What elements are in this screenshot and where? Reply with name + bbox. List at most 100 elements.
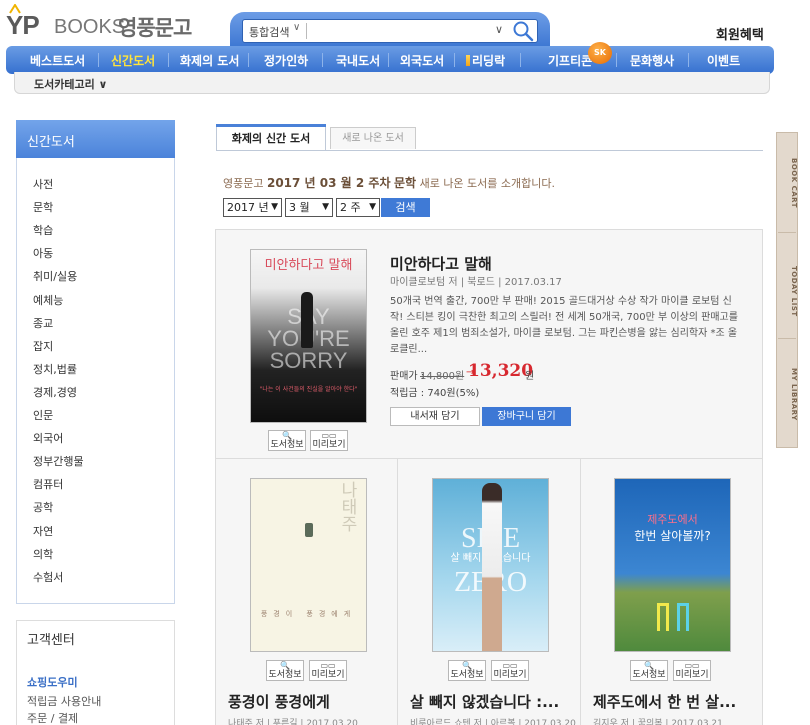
book-meta: 나태주 저 | 푸른길 | 2017.03.20 [228, 719, 358, 725]
points-guide-link[interactable]: 적립금 사용안내 [27, 693, 101, 709]
rail-separator [778, 232, 796, 233]
nav-reading-lock[interactable]: 리딩락 [472, 52, 505, 69]
reading-lock-icon [466, 55, 470, 66]
week-select[interactable]: 2 주 [336, 198, 380, 217]
year-select[interactable]: 2017 년 [223, 198, 282, 217]
featured-book-title[interactable]: 미안하다고 말해 [390, 253, 492, 274]
search-dropdown-icon[interactable]: ∨ [495, 23, 503, 36]
nav-gifticon[interactable]: 기프티콘 [548, 52, 592, 69]
nav-separator [168, 53, 169, 67]
sidebar-item[interactable]: 취미/실용 [33, 268, 77, 284]
preview-button[interactable]: ▭▭ 미리보기 [309, 660, 347, 681]
book-open-icon: ▭▭ [684, 661, 700, 670]
cover-illustration [305, 523, 313, 537]
chevron-down-icon[interactable]: ∨ [293, 22, 300, 33]
member-benefit-link[interactable]: 회원혜택 [716, 24, 764, 43]
cover-title: 풍경이 풍경에게 [260, 610, 357, 618]
book-meta: 비루아르드 쇼텐 저 | 아르볼 | 2017.03.20 [410, 719, 576, 725]
filter-search-button[interactable]: 검색 [381, 198, 430, 217]
nav-foreign[interactable]: 외국도서 [400, 52, 444, 69]
logo-text-ko[interactable]: 영풍문고 [118, 12, 192, 42]
book-info-button[interactable]: 🔍 도서정보 [268, 430, 306, 451]
featured-book-cover[interactable]: 미안하다고 말해 SAY YOU'RE SORRY "나는 이 사건들의 진실을… [250, 249, 367, 423]
cover-title: 제주도에서 [647, 513, 698, 526]
intro-genre: 문학 [393, 176, 417, 190]
cover-title: 미안하다고 말해 [264, 258, 353, 273]
search-divider [306, 23, 307, 39]
sidebar-item[interactable]: 문학 [33, 199, 53, 215]
tab-new-arrivals[interactable]: 새로 나온 도서 [330, 127, 416, 149]
cover-chair-yellow [657, 603, 669, 631]
tab-hot-new-books[interactable]: 화제의 신간 도서 [216, 124, 326, 151]
nav-culture[interactable]: 문화행사 [630, 52, 674, 69]
nav-domestic[interactable]: 국내도서 [336, 52, 380, 69]
sidebar-item[interactable]: 잡지 [33, 338, 53, 354]
book-title[interactable]: 제주도에서 한 번 살... [593, 691, 736, 712]
sidebar-item[interactable]: 인문 [33, 407, 53, 423]
book-title[interactable]: 풍경이 풍경에게 [228, 691, 330, 712]
nav-bestseller[interactable]: 베스트도서 [30, 52, 85, 69]
book-meta: 김지우 저 | 꿈의봄 | 2017.03.21 [593, 719, 723, 725]
add-to-cart-button[interactable]: 장바구니 담기 [482, 407, 571, 426]
nav-separator [688, 53, 689, 67]
order-payment-link[interactable]: 주문 / 결제 [27, 710, 78, 725]
sidebar-item[interactable]: 경제,경영 [33, 384, 77, 400]
rail-my-library[interactable]: MY LIBRARY [776, 368, 798, 421]
magnifier-icon: 🔍 [282, 431, 292, 440]
book-cover[interactable]: 나태주 풍경이 풍경에게 [250, 478, 367, 652]
featured-book-meta: 마이클로보텀 저 | 북로드 | 2017.03.17 [390, 277, 562, 288]
sidebar-item[interactable]: 자연 [33, 523, 53, 539]
book-info-button[interactable]: 🔍 도서정보 [448, 660, 486, 681]
logo-text-en: BOOKS [54, 16, 126, 38]
book-info-button[interactable]: 🔍 도서정보 [630, 660, 668, 681]
preview-button[interactable]: ▭▭ 미리보기 [310, 430, 348, 451]
cover-chair-blue [677, 603, 689, 631]
preview-button[interactable]: ▭▭ 미리보기 [491, 660, 529, 681]
sidebar-item[interactable]: 의학 [33, 546, 53, 562]
rail-book-cart[interactable]: BOOK CART [776, 158, 798, 208]
grid-divider [397, 458, 398, 725]
tab-underline [216, 150, 763, 151]
nav-event[interactable]: 이벤트 [707, 52, 740, 69]
book-cover[interactable]: 제주도에서 한번 살아볼까? [614, 478, 731, 652]
rail-today-list[interactable]: TODAY LIST [776, 266, 798, 317]
add-to-library-button[interactable]: 내서재 담기 [390, 407, 480, 426]
price-original: 14,800원 [420, 371, 465, 382]
sidebar-item[interactable]: 종교 [33, 315, 53, 331]
magnifier-icon: 🔍 [280, 661, 290, 670]
month-select[interactable]: 3 월 [285, 198, 333, 217]
sidebar-item[interactable]: 수험서 [33, 569, 63, 585]
search-input[interactable] [310, 21, 490, 41]
sidebar-item[interactable]: 컴퓨터 [33, 476, 63, 492]
preview-button[interactable]: ▭▭ 미리보기 [673, 660, 711, 681]
cover-quote: "나는 이 사건들의 진실을 알아야 한다" [259, 386, 358, 393]
book-open-icon: ▭▭ [320, 661, 336, 670]
nav-new-books[interactable]: 신간도서 [111, 52, 155, 69]
sidebar-item[interactable]: 정부간행물 [33, 453, 84, 469]
sidebar-title: 신간도서 [27, 135, 75, 150]
search-scope-select[interactable]: 통합검색 [249, 24, 289, 40]
category-menu-button[interactable]: 도서카테고리 ∨ [34, 76, 107, 92]
sidebar-item[interactable]: 외국어 [33, 430, 63, 446]
sidebar-item[interactable]: 사전 [33, 176, 53, 192]
nav-separator [98, 53, 99, 67]
sidebar-item[interactable]: 공학 [33, 499, 53, 515]
intro-prefix: 영풍문고 [223, 177, 264, 190]
nav-separator [520, 53, 521, 67]
book-cover[interactable]: SIZE ZERO 살 빼지 않겠습니다 [432, 478, 549, 652]
search-icon[interactable] [512, 20, 534, 42]
sidebar-item[interactable]: 정치,법률 [33, 361, 77, 377]
nav-price-down[interactable]: 정가인하 [264, 52, 308, 69]
logo-yp[interactable]: YP [6, 4, 40, 41]
sidebar-item[interactable]: 학습 [33, 222, 53, 238]
book-info-button[interactable]: 🔍 도서정보 [266, 660, 304, 681]
book-title[interactable]: 살 빼지 않겠습니다 :... [410, 691, 559, 712]
nav-hot-books[interactable]: 화제의 도서 [180, 52, 239, 69]
sidebar-item[interactable]: 예체능 [33, 292, 63, 308]
cover-figure [482, 483, 502, 651]
cover-author: 나태주 [337, 481, 357, 532]
book-open-icon: ▭▭ [321, 431, 337, 440]
shopping-help-link[interactable]: 쇼핑도우미 [27, 674, 78, 690]
grid-divider [580, 458, 581, 725]
sidebar-item[interactable]: 아동 [33, 245, 53, 261]
